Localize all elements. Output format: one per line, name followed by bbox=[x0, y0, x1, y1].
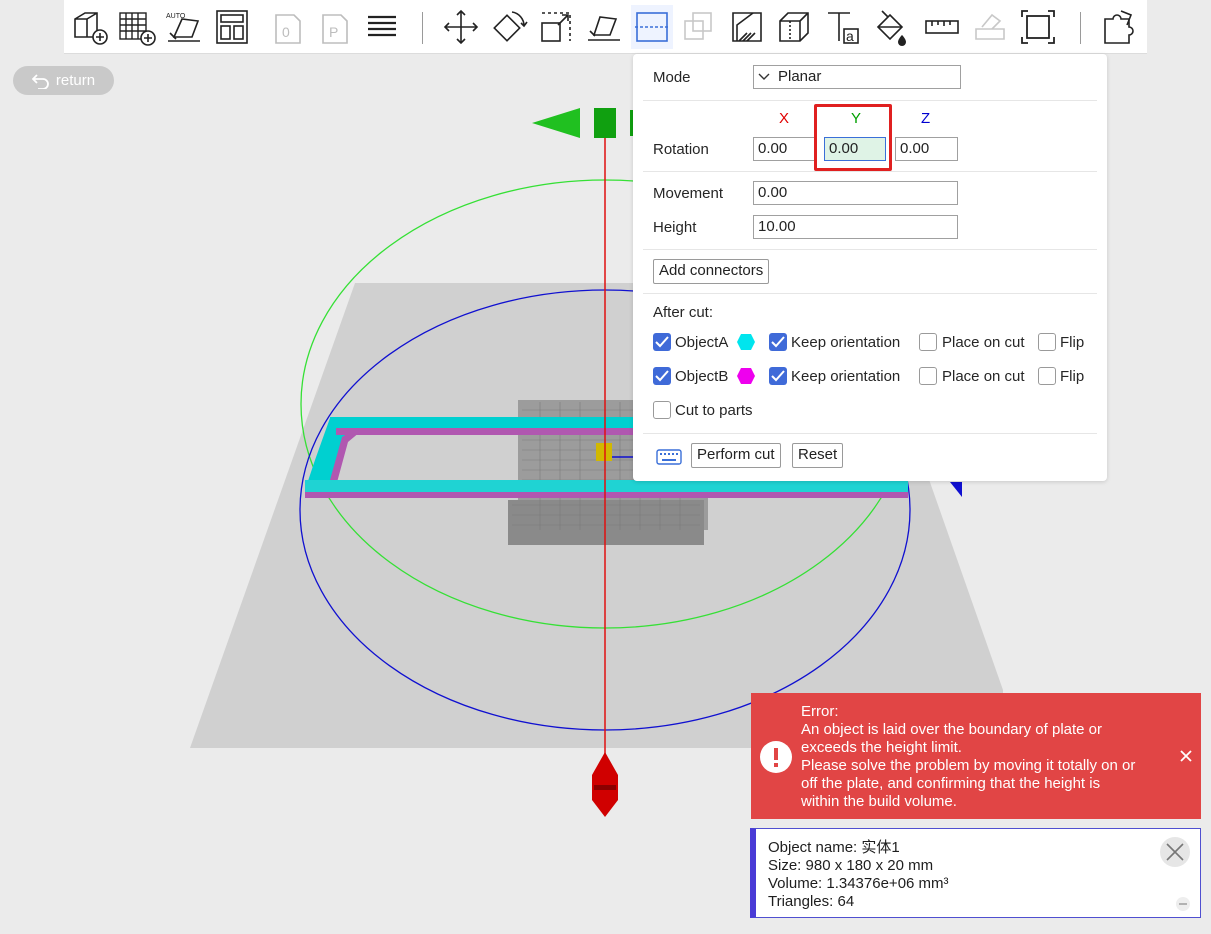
rotation-z-input[interactable]: 0.00 bbox=[895, 137, 958, 161]
flip-a-label: Flip bbox=[1060, 334, 1085, 351]
color-paint-icon[interactable] bbox=[869, 5, 911, 49]
mode-dropdown[interactable]: Planar bbox=[753, 65, 961, 89]
undo-arrow-icon bbox=[31, 73, 49, 89]
boolean-icon[interactable] bbox=[678, 5, 720, 49]
keep-orientation-b-checkbox[interactable] bbox=[769, 367, 787, 385]
axis-x-label: X bbox=[779, 110, 790, 127]
add-connectors-button[interactable]: Add connectors bbox=[653, 259, 770, 284]
check-icon bbox=[655, 336, 669, 348]
assembly-icon[interactable] bbox=[969, 5, 1011, 49]
check-icon bbox=[655, 370, 669, 382]
measure-icon[interactable] bbox=[921, 5, 963, 49]
cut-tool-panel: Mode Planar X Y Z Rotation 0.00 0.00 0.0… bbox=[633, 54, 1107, 481]
error-line: within the build volume. bbox=[801, 793, 957, 810]
lay-on-face-icon[interactable] bbox=[583, 5, 625, 49]
movement-label: Movement bbox=[653, 185, 724, 202]
exclamation-icon bbox=[760, 741, 792, 773]
object-a-checkbox[interactable] bbox=[653, 333, 671, 351]
keep-orientation-a-label: Keep orientation bbox=[791, 334, 901, 351]
move-icon[interactable] bbox=[440, 5, 482, 49]
check-icon bbox=[771, 370, 785, 382]
auto-orient-icon[interactable]: AUTO bbox=[163, 5, 205, 49]
cut-to-parts-label: Cut to parts bbox=[675, 402, 753, 419]
place-on-cut-a-checkbox[interactable] bbox=[919, 333, 937, 351]
perform-cut-button[interactable]: Perform cut bbox=[691, 443, 781, 468]
red-arrow-gizmo[interactable] bbox=[592, 752, 618, 817]
error-title: Error: bbox=[801, 703, 839, 720]
object-size: Size: 980 x 180 x 20 mm bbox=[768, 857, 934, 874]
error-notification: Error: An object is laid over the bounda… bbox=[751, 693, 1201, 819]
object-info-panel: Object name: 实体1 Size: 980 x 180 x 20 mm… bbox=[750, 828, 1201, 918]
height-input[interactable]: 10.00 bbox=[753, 215, 958, 239]
rotate-icon[interactable] bbox=[487, 5, 529, 49]
collapse-icon[interactable] bbox=[1176, 897, 1190, 911]
flip-a-checkbox[interactable] bbox=[1038, 333, 1056, 351]
axis-z-label: Z bbox=[921, 110, 931, 127]
object-a-label: ObjectA bbox=[675, 334, 729, 351]
error-line: off the plate, and confirming that the h… bbox=[801, 775, 1101, 792]
rotation-x-input[interactable]: 0.00 bbox=[753, 137, 817, 161]
add-object-icon[interactable] bbox=[68, 5, 110, 49]
object-b-label: ObjectB bbox=[675, 368, 729, 385]
check-icon bbox=[771, 336, 785, 348]
rotation-label: Rotation bbox=[653, 141, 709, 158]
arrange-icon[interactable] bbox=[211, 5, 253, 49]
green-arrow-gizmo[interactable] bbox=[532, 108, 636, 138]
object-name: Object name: 实体1 bbox=[768, 839, 900, 856]
scale-icon[interactable] bbox=[535, 5, 577, 49]
keep-orientation-a-checkbox[interactable] bbox=[769, 333, 787, 351]
place-on-cut-b-checkbox[interactable] bbox=[919, 367, 937, 385]
reset-button[interactable]: Reset bbox=[792, 443, 844, 468]
svg-text:a: a bbox=[846, 28, 854, 44]
cut-plane-center-handle[interactable] bbox=[596, 443, 612, 461]
place-on-cut-b-label: Place on cut bbox=[942, 368, 1025, 385]
object-volume: Volume: 1.34376e+06 mm³ bbox=[768, 875, 949, 892]
mode-value: Planar bbox=[778, 68, 822, 85]
close-icon[interactable] bbox=[1179, 749, 1193, 763]
chevron-down-icon bbox=[758, 68, 770, 86]
support-paint-icon[interactable] bbox=[726, 5, 768, 49]
height-label: Height bbox=[653, 219, 697, 236]
cut-to-parts-checkbox[interactable] bbox=[653, 401, 671, 419]
svg-text:0: 0 bbox=[282, 24, 290, 40]
blue-arrow-gizmo[interactable] bbox=[950, 482, 962, 497]
split-parts-icon[interactable] bbox=[1098, 5, 1140, 49]
keep-orientation-b-label: Keep orientation bbox=[791, 368, 901, 385]
error-line: exceeds the height limit. bbox=[801, 739, 962, 756]
error-line: An object is laid over the boundary of p… bbox=[801, 721, 1103, 738]
object-b-color-icon bbox=[737, 368, 755, 384]
svg-text:P: P bbox=[329, 24, 338, 40]
flip-b-label: Flip bbox=[1060, 368, 1085, 385]
top-toolbar: AUTO 0 P a bbox=[64, 0, 1147, 54]
layers-icon[interactable] bbox=[361, 5, 403, 49]
add-plate-icon[interactable] bbox=[115, 5, 157, 49]
object-b-checkbox[interactable] bbox=[653, 367, 671, 385]
object-triangles: Triangles: 64 bbox=[768, 893, 855, 910]
return-button[interactable]: return bbox=[13, 66, 114, 95]
after-cut-label: After cut: bbox=[653, 304, 714, 321]
layer-p-icon[interactable]: P bbox=[314, 5, 356, 49]
close-icon[interactable] bbox=[1160, 837, 1190, 867]
rotation-y-input[interactable]: 0.00 bbox=[824, 137, 886, 161]
return-label: return bbox=[55, 72, 96, 89]
place-on-cut-a-label: Place on cut bbox=[942, 334, 1025, 351]
flip-b-checkbox[interactable] bbox=[1038, 367, 1056, 385]
text-icon[interactable]: a bbox=[821, 5, 863, 49]
movement-input[interactable]: 0.00 bbox=[753, 181, 958, 205]
keyboard-icon[interactable] bbox=[656, 449, 682, 469]
fit-view-icon[interactable] bbox=[1017, 5, 1059, 49]
cut-icon[interactable] bbox=[631, 5, 673, 49]
mode-label: Mode bbox=[653, 69, 691, 86]
seam-paint-icon[interactable] bbox=[773, 5, 815, 49]
layer-0-icon[interactable]: 0 bbox=[267, 5, 309, 49]
error-line: Please solve the problem by moving it to… bbox=[801, 757, 1136, 774]
object-a-color-icon bbox=[737, 334, 755, 350]
